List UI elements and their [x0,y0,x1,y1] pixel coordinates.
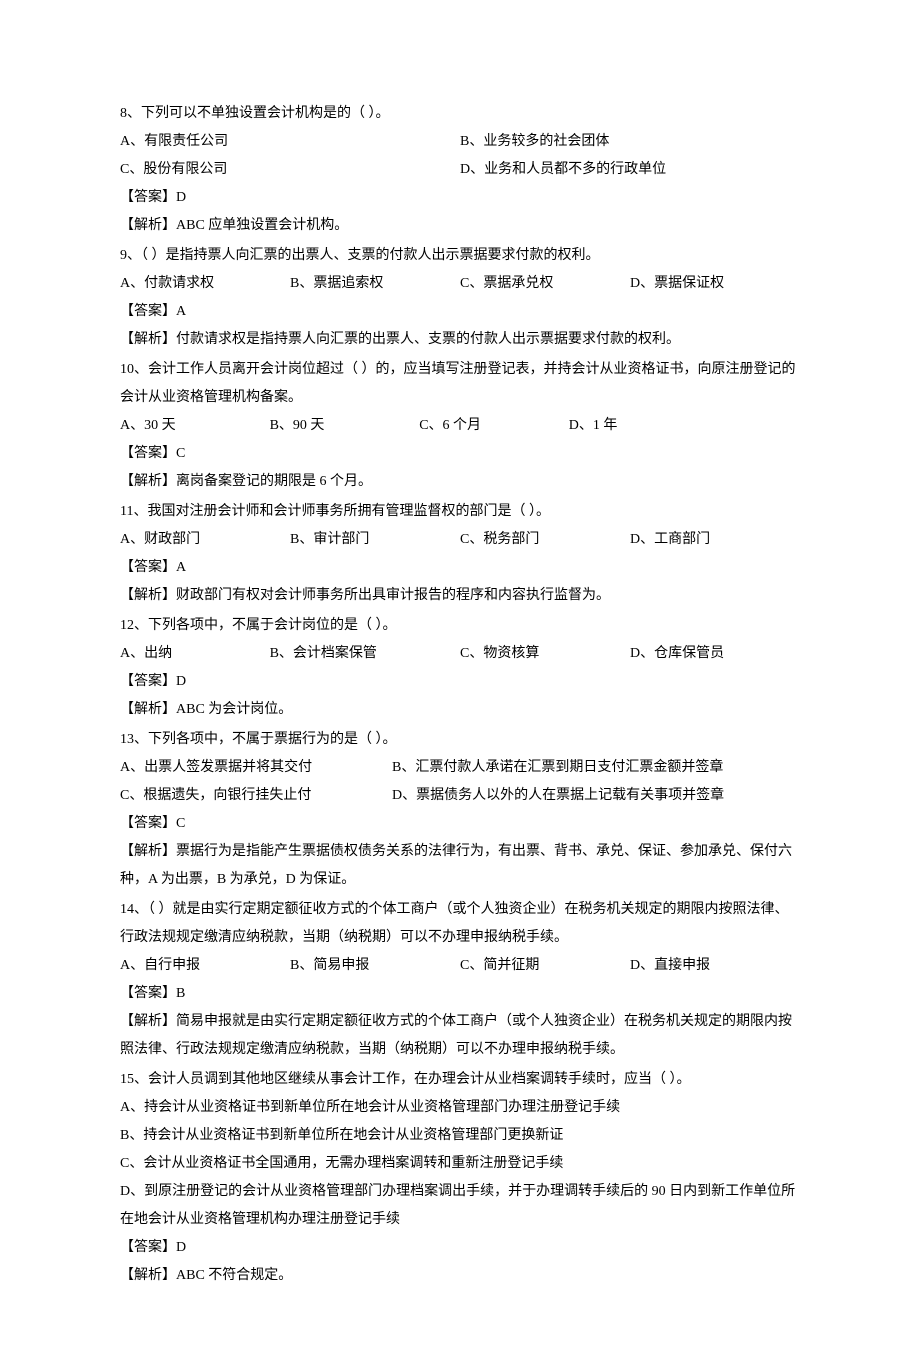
explanation: 【解析】ABC 应单独设置会计机构。 [120,212,800,240]
option-b: B、简易申报 [290,952,460,980]
option-b: B、业务较多的社会团体 [460,128,800,156]
options-row: A、30 天 B、90 天 C、6 个月 D、1 年 [120,412,800,440]
option-c: C、税务部门 [460,526,630,554]
question-8: 8、下列可以不单独设置会计机构是的（ ）。 A、有限责任公司 B、业务较多的社会… [120,100,800,240]
option-d: D、票据保证权 [630,270,800,298]
option-b: B、票据追索权 [290,270,460,298]
option-c: C、6 个月 [419,412,569,440]
question-text: 15、会计人员调到其他地区继续从事会计工作，在办理会计从业档案调转手续时，应当（… [120,1066,800,1094]
options-row: A、自行申报 B、简易申报 C、简并征期 D、直接申报 [120,952,800,980]
option-d: D、业务和人员都不多的行政单位 [460,156,800,184]
question-text: 11、我国对注册会计师和会计师事务所拥有管理监督权的部门是（ ）。 [120,498,800,526]
answer: 【答案】D [120,668,800,696]
question-text: 13、下列各项中，不属于票据行为的是（ ）。 [120,726,800,754]
answer: 【答案】A [120,298,800,326]
answer: 【答案】D [120,184,800,212]
answer: 【答案】B [120,980,800,1008]
option-c: C、简并征期 [460,952,630,980]
option-c: C、根据遗失，向银行挂失止付 [120,782,392,810]
option-a: A、持会计从业资格证书到新单位所在地会计从业资格管理部门办理注册登记手续 [120,1094,800,1122]
option-d: D、仓库保管员 [630,640,800,668]
question-text: 8、下列可以不单独设置会计机构是的（ ）。 [120,100,800,128]
explanation: 【解析】离岗备案登记的期限是 6 个月。 [120,468,800,496]
option-a: A、出纳 [120,640,270,668]
explanation: 【解析】ABC 不符合规定。 [120,1262,800,1290]
question-12: 12、下列各项中，不属于会计岗位的是（ ）。 A、出纳 B、会计档案保管 C、物… [120,612,800,724]
options-row: A、付款请求权 B、票据追索权 C、票据承兑权 D、票据保证权 [120,270,800,298]
question-text: 14、（ ）就是由实行定期定额征收方式的个体工商户（或个人独资企业）在税务机关规… [120,896,800,952]
answer: 【答案】A [120,554,800,582]
option-b: B、会计档案保管 [270,640,460,668]
answer: 【答案】D [120,1234,800,1262]
option-d: D、1 年 [569,412,719,440]
option-b: B、90 天 [270,412,420,440]
option-a: A、自行申报 [120,952,290,980]
option-a: A、付款请求权 [120,270,290,298]
options-row: A、有限责任公司 B、业务较多的社会团体 [120,128,800,156]
question-13: 13、下列各项中，不属于票据行为的是（ ）。 A、出票人签发票据并将其交付 B、… [120,726,800,894]
options-row: A、出纳 B、会计档案保管 C、物资核算 D、仓库保管员 [120,640,800,668]
option-d: D、工商部门 [630,526,800,554]
explanation: 【解析】票据行为是指能产生票据债权债务关系的法律行为，有出票、背书、承兑、保证、… [120,838,800,894]
options-row: A、财政部门 B、审计部门 C、税务部门 D、工商部门 [120,526,800,554]
option-c: C、票据承兑权 [460,270,630,298]
question-11: 11、我国对注册会计师和会计师事务所拥有管理监督权的部门是（ ）。 A、财政部门… [120,498,800,610]
option-b: B、审计部门 [290,526,460,554]
answer: 【答案】C [120,810,800,838]
options-row: C、根据遗失，向银行挂失止付 D、票据债务人以外的人在票据上记载有关事项并签章 [120,782,800,810]
option-d: D、票据债务人以外的人在票据上记载有关事项并签章 [392,782,800,810]
option-b: B、汇票付款人承诺在汇票到期日支付汇票金额并签章 [392,754,800,782]
option-d: D、直接申报 [630,952,800,980]
option-a: A、财政部门 [120,526,290,554]
option-d: D、到原注册登记的会计从业资格管理部门办理档案调出手续，并于办理调转手续后的 9… [120,1178,800,1234]
answer: 【答案】C [120,440,800,468]
question-15: 15、会计人员调到其他地区继续从事会计工作，在办理会计从业档案调转手续时，应当（… [120,1066,800,1290]
explanation: 【解析】ABC 为会计岗位。 [120,696,800,724]
question-text: 10、会计工作人员离开会计岗位超过（ ）的，应当填写注册登记表，并持会计从业资格… [120,356,800,412]
options-row: A、出票人签发票据并将其交付 B、汇票付款人承诺在汇票到期日支付汇票金额并签章 [120,754,800,782]
option-a: A、出票人签发票据并将其交付 [120,754,392,782]
question-text: 9、（ ）是指持票人向汇票的出票人、支票的付款人出示票据要求付款的权利。 [120,242,800,270]
explanation: 【解析】财政部门有权对会计师事务所出具审计报告的程序和内容执行监督为。 [120,582,800,610]
option-c: C、股份有限公司 [120,156,460,184]
option-a: A、有限责任公司 [120,128,460,156]
option-c: C、物资核算 [460,640,630,668]
options-row: C、股份有限公司 D、业务和人员都不多的行政单位 [120,156,800,184]
option-a: A、30 天 [120,412,270,440]
explanation: 【解析】付款请求权是指持票人向汇票的出票人、支票的付款人出示票据要求付款的权利。 [120,326,800,354]
option-c: C、会计从业资格证书全国通用，无需办理档案调转和重新注册登记手续 [120,1150,800,1178]
question-14: 14、（ ）就是由实行定期定额征收方式的个体工商户（或个人独资企业）在税务机关规… [120,896,800,1064]
explanation: 【解析】简易申报就是由实行定期定额征收方式的个体工商户（或个人独资企业）在税务机… [120,1008,800,1064]
question-10: 10、会计工作人员离开会计岗位超过（ ）的，应当填写注册登记表，并持会计从业资格… [120,356,800,496]
option-b: B、持会计从业资格证书到新单位所在地会计从业资格管理部门更换新证 [120,1122,800,1150]
question-text: 12、下列各项中，不属于会计岗位的是（ ）。 [120,612,800,640]
question-9: 9、（ ）是指持票人向汇票的出票人、支票的付款人出示票据要求付款的权利。 A、付… [120,242,800,354]
